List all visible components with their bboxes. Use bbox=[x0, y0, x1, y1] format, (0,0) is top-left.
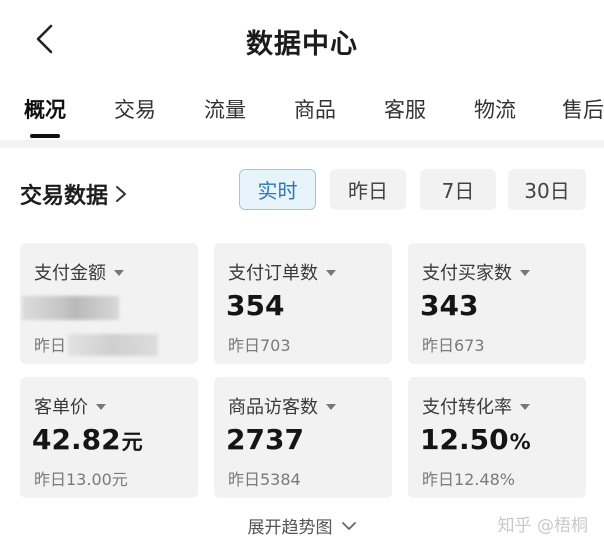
metric-label: 支付订单数 bbox=[228, 263, 318, 284]
tab-bar: 概况 交易 流量 商品 客服 物流 售后 bbox=[0, 78, 604, 140]
metric-label-wrap: 客单价 bbox=[34, 393, 106, 419]
active-tab-indicator bbox=[30, 134, 60, 138]
tab-logistics[interactable]: 物流 bbox=[474, 94, 516, 124]
caret-down-icon[interactable] bbox=[326, 270, 336, 276]
section-title: 交易数据 bbox=[20, 184, 109, 209]
caret-down-icon[interactable] bbox=[520, 404, 530, 410]
caret-down-icon[interactable] bbox=[114, 270, 124, 276]
caret-down-icon[interactable] bbox=[520, 270, 530, 276]
metric-comparison: 昨日13.00元 bbox=[34, 470, 128, 489]
caret-down-icon[interactable] bbox=[326, 404, 336, 410]
tab-customer-service[interactable]: 客服 bbox=[384, 94, 426, 124]
redacted-comparison bbox=[68, 334, 158, 356]
metric-label-wrap: 支付金额 bbox=[34, 259, 124, 285]
metric-label: 支付金额 bbox=[34, 263, 106, 284]
metric-card-avg-order-value[interactable]: 客单价 42.82元 昨日13.00元 bbox=[20, 377, 198, 498]
tab-traffic[interactable]: 流量 bbox=[204, 94, 246, 124]
tab-products[interactable]: 商品 bbox=[294, 94, 336, 124]
range-button-30days[interactable]: 30日 bbox=[508, 169, 586, 210]
metric-label: 客单价 bbox=[34, 397, 88, 418]
metric-label-wrap: 支付订单数 bbox=[228, 259, 336, 285]
metric-card-paid-orders[interactable]: 支付订单数 354 昨日703 bbox=[214, 243, 392, 364]
section-title-link[interactable]: 交易数据 bbox=[20, 178, 128, 210]
metric-unit: 元 bbox=[121, 430, 143, 454]
expand-trend-label: 展开趋势图 bbox=[247, 518, 333, 538]
metric-value: 343 bbox=[420, 289, 479, 322]
tab-trade[interactable]: 交易 bbox=[114, 94, 156, 124]
chevron-right-icon bbox=[116, 186, 127, 202]
metric-value: 12.50 bbox=[420, 423, 509, 456]
range-button-7days[interactable]: 7日 bbox=[420, 169, 496, 210]
metric-comparison: 昨日5384 bbox=[228, 470, 301, 489]
range-button-realtime[interactable]: 实时 bbox=[239, 169, 316, 210]
metric-card-product-visitors[interactable]: 商品访客数 2737 昨日5384 bbox=[214, 377, 392, 498]
metric-value: 2737 bbox=[226, 423, 304, 456]
metric-label: 支付转化率 bbox=[422, 397, 512, 418]
metric-card-conversion-rate[interactable]: 支付转化率 12.50% 昨日12.48% bbox=[408, 377, 586, 498]
redacted-value bbox=[22, 296, 119, 320]
metric-value-wrap: 12.50% bbox=[420, 423, 531, 456]
metric-value: 42.82 bbox=[32, 423, 121, 456]
metric-unit: % bbox=[509, 430, 531, 454]
metric-value-wrap: 42.82元 bbox=[32, 423, 143, 456]
caret-down-icon[interactable] bbox=[96, 404, 106, 410]
metric-label: 商品访客数 bbox=[228, 397, 318, 418]
metric-label-wrap: 商品访客数 bbox=[228, 393, 336, 419]
metric-comparison: 昨日703 bbox=[228, 336, 291, 355]
chevron-down-icon bbox=[341, 521, 356, 530]
metric-value: 354 bbox=[226, 289, 285, 322]
metric-card-paid-buyers[interactable]: 支付买家数 343 昨日673 bbox=[408, 243, 586, 364]
watermark: 知乎 @梧桐 bbox=[497, 516, 588, 536]
metric-label-wrap: 支付转化率 bbox=[422, 393, 530, 419]
range-button-yesterday[interactable]: 昨日 bbox=[330, 169, 406, 210]
tab-after-sales[interactable]: 售后 bbox=[562, 94, 604, 124]
metric-comparison: 昨日 bbox=[34, 336, 67, 355]
metric-label-wrap: 支付买家数 bbox=[422, 259, 530, 285]
metric-label: 支付买家数 bbox=[422, 263, 512, 284]
metric-comparison: 昨日673 bbox=[422, 336, 485, 355]
metric-comparison: 昨日12.48% bbox=[422, 470, 516, 489]
page-title: 数据中心 bbox=[246, 29, 358, 60]
top-bar: 数据中心 bbox=[0, 0, 604, 78]
tab-overview[interactable]: 概况 bbox=[24, 94, 66, 124]
